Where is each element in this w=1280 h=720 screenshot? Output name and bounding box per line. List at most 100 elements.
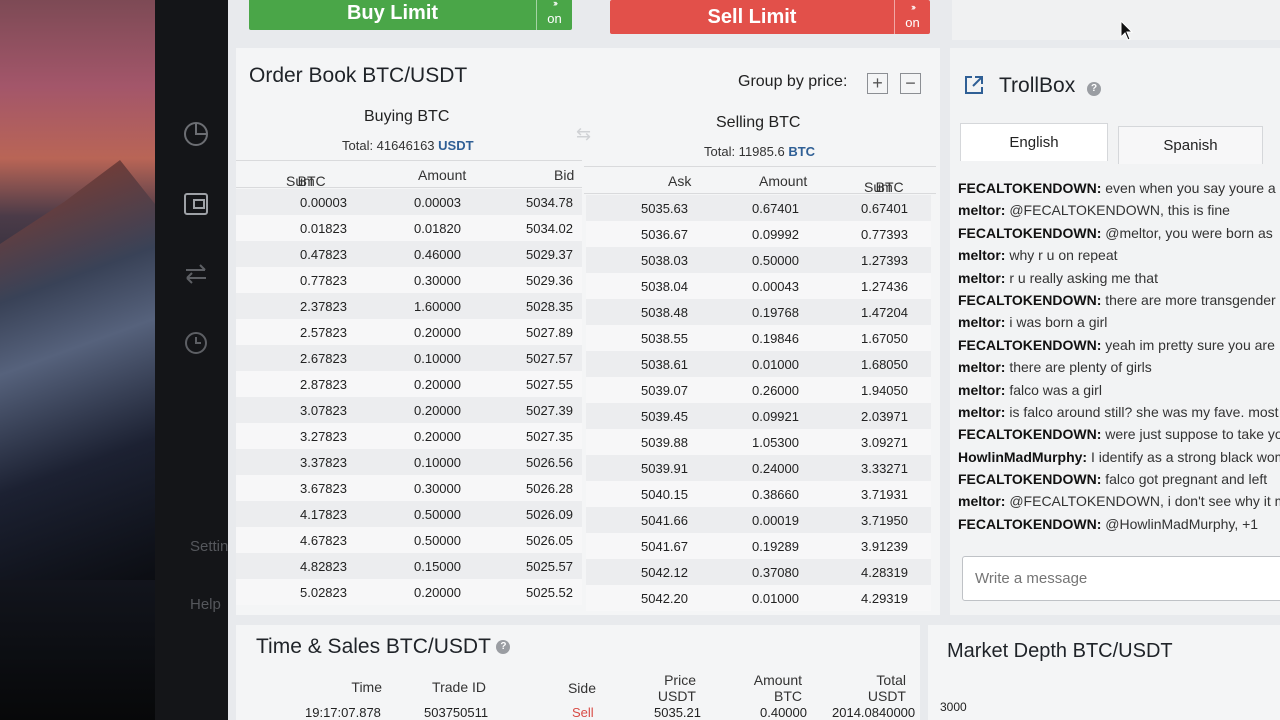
ask-row[interactable]: 5042.20 0.01000 4.29319: [586, 585, 931, 611]
chat-username[interactable]: FECALTOKENDOWN:: [958, 471, 1101, 487]
tab-english[interactable]: English: [960, 123, 1108, 161]
bid-row[interactable]: 4.82823 0.15000 5025.57: [236, 553, 582, 579]
bid-row[interactable]: 3.07823 0.20000 5027.39: [236, 397, 582, 423]
ask-price: 5038.48: [641, 305, 688, 320]
chat-username[interactable]: FECALTOKENDOWN:: [958, 292, 1101, 308]
chat-username[interactable]: meltor:: [958, 404, 1005, 420]
ask-row[interactable]: 5039.07 0.26000 1.94050: [586, 377, 931, 403]
chat-message: FECALTOKENDOWN: @HowlinMadMurphy, +1: [958, 516, 1280, 538]
chart-pie-icon[interactable]: [183, 121, 209, 147]
help-icon[interactable]: ?: [1087, 82, 1101, 96]
bid-row[interactable]: 2.87823 0.20000 5027.55: [236, 371, 582, 397]
bid-row[interactable]: 4.67823 0.50000 5026.05: [236, 527, 582, 553]
sidebar-help-label[interactable]: Help: [190, 596, 221, 613]
group-increase-button[interactable]: +: [867, 73, 888, 94]
buy-toggle[interactable]: ››› on: [536, 0, 572, 30]
buy-limit-button[interactable]: Buy Limit ››› on: [249, 0, 572, 30]
bid-amount: 1.60000: [414, 299, 461, 314]
chat-username[interactable]: meltor:: [958, 493, 1005, 509]
ask-price: 5038.61: [641, 357, 688, 372]
chat-username[interactable]: HowlinMadMurphy:: [958, 449, 1087, 465]
top-right-panel: [952, 0, 1280, 40]
bid-amount: 0.20000: [414, 585, 461, 600]
ask-row[interactable]: 5042.12 0.37080 4.28319: [586, 559, 931, 585]
bid-amount: 0.50000: [414, 533, 461, 548]
ask-amount: 0.26000: [752, 383, 799, 398]
ask-row[interactable]: 5038.04 0.00043 1.27436: [586, 273, 931, 299]
bid-row[interactable]: 0.77823 0.30000 5029.36: [236, 267, 582, 293]
bid-row[interactable]: 4.17823 0.50000 5026.09: [236, 501, 582, 527]
transfer-arrows-icon[interactable]: [183, 261, 209, 287]
help-icon[interactable]: ?: [496, 640, 511, 655]
bid-row[interactable]: 3.37823 0.10000 5026.56: [236, 449, 582, 475]
group-decrease-button[interactable]: −: [900, 73, 921, 94]
trollbox-panel: TrollBox ? English Spanish FECALTOKENDOW…: [950, 48, 1280, 615]
bid-price: 5027.39: [526, 403, 573, 418]
chat-username[interactable]: FECALTOKENDOWN:: [958, 225, 1101, 241]
bid-row[interactable]: 2.37823 1.60000 5028.35: [236, 293, 582, 319]
bid-sum: 0.01823: [300, 221, 347, 236]
message-input[interactable]: [962, 556, 1280, 601]
bid-amount: 0.00003: [414, 195, 461, 210]
tab-spanish[interactable]: Spanish: [1118, 126, 1263, 164]
chat-message: meltor: is falco around still? she was m…: [958, 404, 1280, 426]
ask-sum: 4.28319: [861, 565, 908, 580]
ask-row[interactable]: 5038.03 0.50000 1.27393: [586, 247, 931, 273]
chat-message: meltor: @FECALTOKENDOWN, this is fine: [958, 202, 1280, 224]
group-by-label: Group by price:: [738, 73, 848, 90]
sell-limit-button[interactable]: Sell Limit ››› on: [610, 0, 930, 34]
ask-price: 5038.04: [641, 279, 688, 294]
popout-icon[interactable]: [964, 75, 984, 95]
ask-row[interactable]: 5039.45 0.09921 2.03971: [586, 403, 931, 429]
bid-row[interactable]: 2.67823 0.10000 5027.57: [236, 345, 582, 371]
ask-row[interactable]: 5035.63 0.67401 0.67401: [586, 195, 931, 221]
chat-username[interactable]: FECALTOKENDOWN:: [958, 180, 1101, 196]
mouse-cursor-icon: [1120, 19, 1134, 47]
ask-row[interactable]: 5041.67 0.19289 3.91239: [586, 533, 931, 559]
ask-row[interactable]: 5039.88 1.05300 3.09271: [586, 429, 931, 455]
ask-row[interactable]: 5039.91 0.24000 3.33271: [586, 455, 931, 481]
bid-row[interactable]: 0.01823 0.01820 5034.02: [236, 215, 582, 241]
chat-text: @FECALTOKENDOWN, this is fine: [1005, 202, 1230, 219]
bid-row[interactable]: 5.02823 0.20000 5025.52: [236, 579, 582, 605]
ask-row[interactable]: 5041.66 0.00019 3.71950: [586, 507, 931, 533]
chat-username[interactable]: meltor:: [958, 359, 1005, 375]
chat-username[interactable]: meltor:: [958, 314, 1005, 330]
buy-limit-label: Buy Limit: [346, 1, 439, 24]
ask-amount: 0.24000: [752, 461, 799, 476]
bid-row[interactable]: 2.57823 0.20000 5027.89: [236, 319, 582, 345]
chat-username[interactable]: FECALTOKENDOWN:: [958, 337, 1101, 353]
chat-message: meltor: why r u on repeat: [958, 247, 1280, 269]
ask-row[interactable]: 5038.61 0.01000 1.68050: [586, 351, 931, 377]
chat-message: FECALTOKENDOWN: there are more transgend…: [958, 292, 1280, 314]
asks-header: Ask Amount Sum BTC: [584, 166, 936, 195]
bid-row[interactable]: 3.27823 0.20000 5027.35: [236, 423, 582, 449]
chat-text: falco got pregnant and left: [1101, 471, 1268, 488]
bid-row[interactable]: 0.47823 0.46000 5029.37: [236, 241, 582, 267]
ask-row[interactable]: 5038.55 0.19846 1.67050: [586, 325, 931, 351]
chat-message: meltor: there are plenty of girls: [958, 359, 1280, 381]
swap-arrows-icon[interactable]: ⇆: [576, 124, 591, 145]
bid-sum: 2.57823: [300, 325, 347, 340]
chat-username[interactable]: meltor:: [958, 382, 1005, 398]
chat-username[interactable]: meltor:: [958, 270, 1005, 286]
bid-sum: 3.27823: [300, 429, 347, 444]
total-header: Total USDT: [867, 672, 906, 704]
ask-row[interactable]: 5038.48 0.19768 1.47204: [586, 299, 931, 325]
chat-username[interactable]: FECALTOKENDOWN:: [958, 426, 1101, 442]
sell-toggle[interactable]: ››› on: [894, 0, 930, 34]
ask-row[interactable]: 5040.15 0.38660 3.71931: [586, 481, 931, 507]
chat-username[interactable]: meltor:: [958, 247, 1005, 263]
chat-username[interactable]: FECALTOKENDOWN:: [958, 516, 1101, 532]
bid-row[interactable]: 3.67823 0.30000 5026.28: [236, 475, 582, 501]
buying-title: Buying BTC: [364, 108, 450, 125]
ask-sum: 3.91239: [861, 539, 908, 554]
time-header: Time: [351, 679, 382, 695]
wallet-icon[interactable]: [183, 191, 209, 217]
ask-row[interactable]: 5036.67 0.09992 0.77393: [586, 221, 931, 247]
history-clock-icon[interactable]: [183, 329, 209, 355]
chat-username[interactable]: meltor:: [958, 202, 1005, 218]
chat-text: were just suppose to take yo: [1101, 426, 1280, 443]
chat-text: there are more transgender: [1101, 291, 1276, 308]
bid-row[interactable]: 0.00003 0.00003 5034.78: [236, 189, 582, 215]
